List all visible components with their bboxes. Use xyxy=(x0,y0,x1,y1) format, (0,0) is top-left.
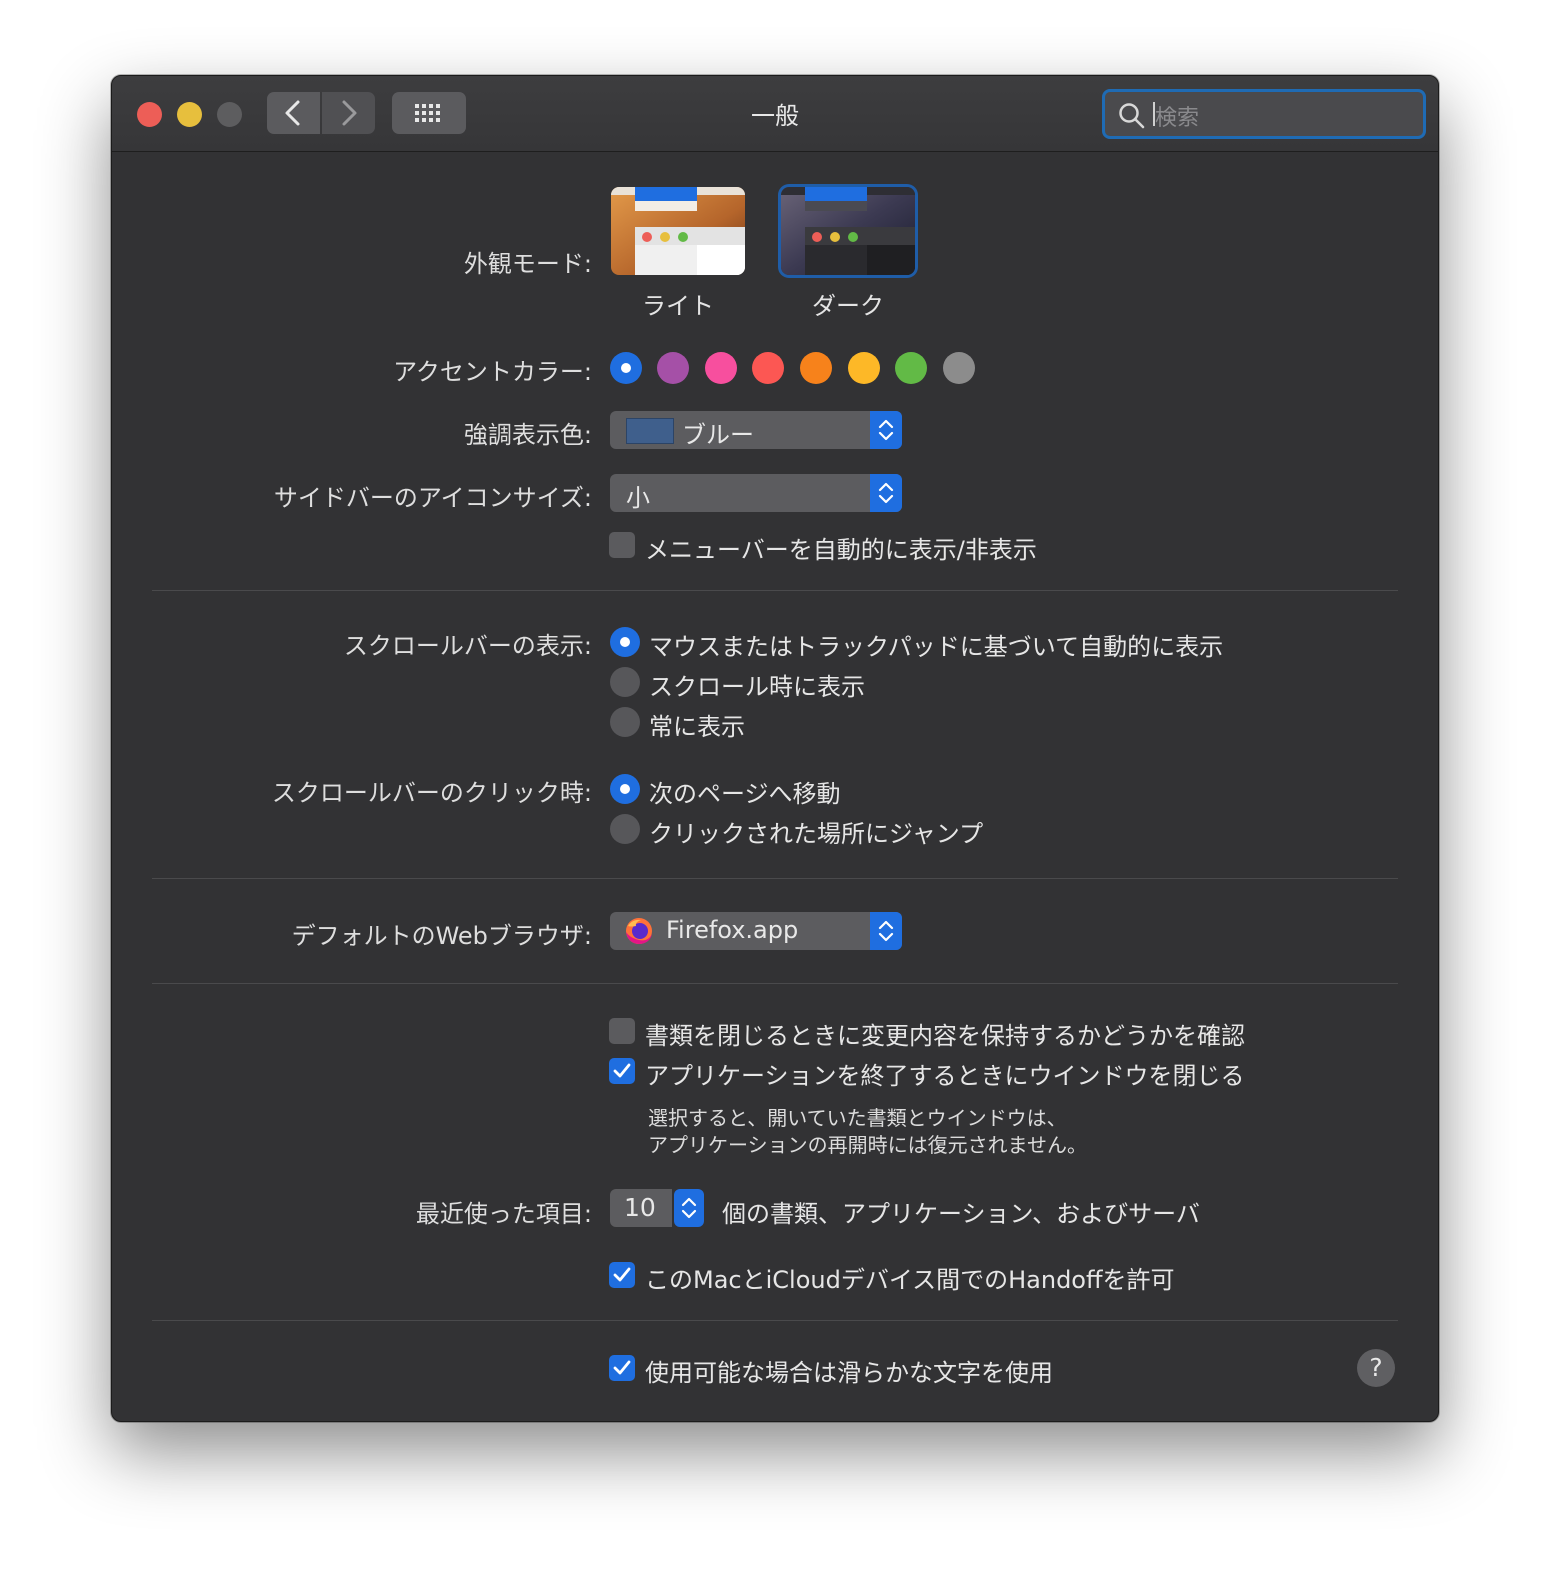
accent-swatch-red[interactable] xyxy=(752,352,784,384)
scrollbar-click-label: スクロールバーのクリック時: xyxy=(271,779,592,807)
popup-arrows xyxy=(870,474,902,512)
firefox-icon xyxy=(626,918,652,944)
highlight-color-value: ブルー xyxy=(682,421,754,449)
appearance-light-label: ライト xyxy=(642,292,714,320)
search-placeholder: 検索 xyxy=(1155,106,1200,131)
chevron-updown-icon xyxy=(681,1197,697,1219)
scrollbar-jump-radio[interactable] xyxy=(610,814,640,844)
divider xyxy=(152,878,1398,879)
help-button[interactable]: ? xyxy=(1357,1349,1395,1387)
sidebar-icon-size-value: 小 xyxy=(626,484,650,512)
default-browser-label: デフォルトのWebブラウザ: xyxy=(291,922,592,950)
close-windows-note-line1: 選択すると、開いていた書類とウインドウは、 xyxy=(648,1106,1067,1130)
font-smoothing-label: 使用可能な場合は滑らかな文字を使用 xyxy=(645,1359,1053,1387)
recent-items-label: 最近使った項目: xyxy=(415,1200,592,1228)
accent-swatch-pink[interactable] xyxy=(705,352,737,384)
scrollbar-jump-label: クリックされた場所にジャンプ xyxy=(649,820,984,848)
accent-swatch-blue[interactable] xyxy=(610,352,642,384)
ask-keep-changes-label: 書類を閉じるときに変更内容を保持するかどうかを確認 xyxy=(645,1022,1245,1050)
ask-keep-changes-checkbox[interactable] xyxy=(609,1018,635,1044)
close-windows-checkbox[interactable] xyxy=(609,1058,635,1084)
chevron-updown-icon xyxy=(878,920,894,942)
appearance-light-thumbnail[interactable] xyxy=(611,187,745,275)
close-windows-note-line2: アプリケーションの再開時には復元されません。 xyxy=(648,1133,1087,1157)
divider xyxy=(152,1320,1398,1321)
title-bar: 一般 検索 xyxy=(112,76,1438,152)
checkmark-icon xyxy=(613,1063,631,1078)
help-icon: ? xyxy=(1369,1353,1383,1382)
scrollbar-always-radio[interactable] xyxy=(610,707,640,737)
search-icon xyxy=(1119,103,1145,129)
divider xyxy=(152,983,1398,984)
scrollbar-next-page-label: 次のページへ移動 xyxy=(649,780,841,808)
popup-arrows xyxy=(870,912,902,950)
sidebar-icon-size-popup[interactable]: 小 xyxy=(610,474,902,512)
font-smoothing-checkbox[interactable] xyxy=(609,1355,635,1381)
general-preferences-window: 一般 検索 外観モード: ライト ダーク アクセントカラー: 強調表示色: ブル… xyxy=(111,75,1439,1422)
recent-items-field[interactable]: 10 xyxy=(610,1189,672,1227)
menubar-autohide-label: メニューバーを自動的に表示/非表示 xyxy=(645,536,1037,564)
accent-swatch-purple[interactable] xyxy=(657,352,689,384)
highlight-color-popup[interactable]: ブルー xyxy=(610,411,902,449)
accent-swatch-green[interactable] xyxy=(895,352,927,384)
highlight-color-chip xyxy=(626,418,674,444)
popup-arrows xyxy=(870,411,902,449)
accent-swatch-graphite[interactable] xyxy=(943,352,975,384)
recent-items-suffix: 個の書類、アプリケーション、およびサーバ xyxy=(722,1200,1200,1228)
default-browser-popup[interactable]: Firefox.app xyxy=(610,912,902,950)
appearance-dark-label: ダーク xyxy=(812,292,884,320)
scrollbar-always-label: 常に表示 xyxy=(649,713,745,741)
accent-swatch-yellow[interactable] xyxy=(848,352,880,384)
scrollbar-auto-label: マウスまたはトラックパッドに基づいて自動的に表示 xyxy=(649,633,1224,661)
chevron-updown-icon xyxy=(878,482,894,504)
scrollbar-show-label: スクロールバーの表示: xyxy=(343,632,592,660)
checkmark-icon xyxy=(613,1267,631,1282)
recent-items-stepper[interactable] xyxy=(674,1189,704,1227)
recent-items-value: 10 xyxy=(624,1193,656,1222)
menubar-autohide-checkbox[interactable] xyxy=(609,532,635,558)
appearance-label: 外観モード: xyxy=(463,250,592,278)
checkmark-icon xyxy=(613,1360,631,1375)
scrollbar-next-page-radio[interactable] xyxy=(610,774,640,804)
appearance-dark-thumbnail[interactable] xyxy=(781,187,915,275)
scrollbar-when-scrolling-radio[interactable] xyxy=(610,667,640,697)
chevron-updown-icon xyxy=(878,419,894,441)
highlight-color-label: 強調表示色: xyxy=(463,421,592,449)
default-browser-value: Firefox.app xyxy=(666,916,799,944)
close-windows-label: アプリケーションを終了するときにウインドウを閉じる xyxy=(645,1062,1245,1090)
scrollbar-when-scrolling-label: スクロール時に表示 xyxy=(649,673,865,701)
accent-color-label: アクセントカラー: xyxy=(393,358,592,386)
accent-swatch-orange[interactable] xyxy=(800,352,832,384)
handoff-checkbox[interactable] xyxy=(609,1262,635,1288)
scrollbar-auto-radio[interactable] xyxy=(610,627,640,657)
handoff-label: このMacとiCloudデバイス間でのHandoffを許可 xyxy=(645,1266,1175,1294)
search-field[interactable]: 検索 xyxy=(1102,89,1426,139)
divider xyxy=(152,590,1398,591)
sidebar-icon-size-label: サイドバーのアイコンサイズ: xyxy=(273,484,592,512)
